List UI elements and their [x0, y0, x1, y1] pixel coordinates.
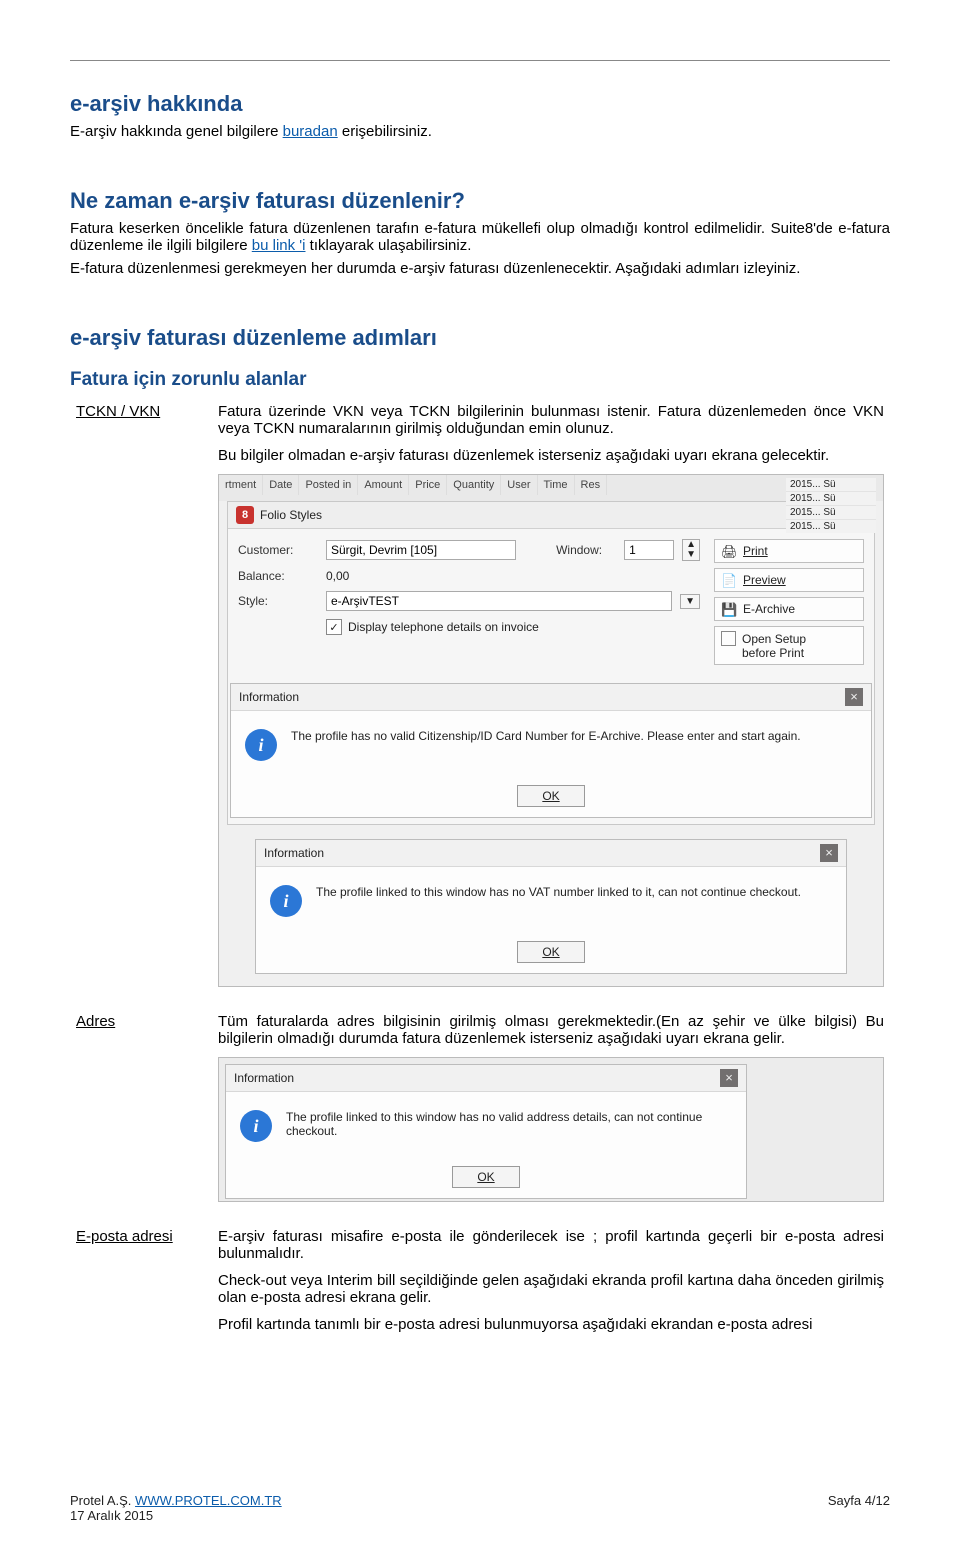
style-field[interactable] — [326, 591, 672, 611]
col: Res — [575, 475, 608, 495]
table-row: E-posta adresi E-arşiv faturası misafire… — [70, 1222, 890, 1349]
footer-company: Protel A.Ş. — [70, 1493, 135, 1508]
ok-button[interactable]: OK — [517, 941, 584, 963]
close-icon[interactable]: × — [720, 1069, 738, 1087]
preview-button[interactable]: Preview — [714, 568, 864, 592]
grid-right-snippet: 2015... Sü 2015... Sü 2015... Sü 2015...… — [786, 478, 876, 533]
col: User — [501, 475, 537, 495]
row-body: Tüm faturalarda adres bilgisinin girilmi… — [212, 1007, 890, 1222]
grid-columns: rtment Date Posted in Amount Price Quant… — [219, 475, 883, 495]
footer-page: Sayfa 4/12 — [828, 1493, 890, 1523]
cell: 2015... Sü — [786, 478, 876, 492]
chevron-down-icon[interactable]: ▼ — [680, 594, 700, 609]
dialog-titlebar: 8 Folio Styles × — [228, 502, 874, 529]
folio-form: Customer: Window: ▲▼ Balance: 0,00 — [238, 539, 700, 665]
heading-required: Fatura için zorunlu alanlar — [70, 369, 890, 391]
info-icon: i — [245, 729, 277, 761]
col: Amount — [358, 475, 409, 495]
info-dialog-vat: Information × i The profile linked to th… — [255, 839, 847, 974]
top-rule — [70, 60, 890, 61]
label-window: Window: — [556, 543, 616, 557]
close-icon[interactable]: × — [820, 844, 838, 862]
text: Tüm faturalarda adres bilgisinin girilmi… — [218, 1013, 884, 1047]
cell: 2015... Sü — [786, 520, 876, 533]
col: Posted in — [299, 475, 358, 495]
cell: 2015... Sü — [786, 506, 876, 520]
window-field[interactable] — [624, 540, 674, 560]
dialog-title: Folio Styles — [260, 508, 322, 522]
dialog-title: Information — [234, 1071, 294, 1085]
text: Bu bilgiler olmadan e-arşiv faturası düz… — [218, 447, 884, 464]
para-when-1: Fatura keserken öncelikle fatura düzenle… — [70, 220, 890, 254]
link-buradan[interactable]: buradan — [283, 123, 338, 140]
heading-when: Ne zaman e-arşiv faturası düzenlenir? — [70, 188, 890, 214]
text: Check-out veya Interim bill seçildiğinde… — [218, 1272, 884, 1306]
info-dialog-idcard: Information × i The profile has no valid… — [230, 683, 872, 818]
ok-button[interactable]: OK — [452, 1166, 519, 1188]
link-bulink[interactable]: bu link 'i — [252, 237, 306, 254]
para-about: E-arşiv hakkında genel bilgilere buradan… — [70, 123, 890, 140]
text: E-arşiv faturası misafire e-posta ile gö… — [218, 1228, 884, 1262]
document-page: e-arşiv hakkında E-arşiv hakkında genel … — [0, 0, 960, 1547]
checkbox-label: Display telephone details on invoice — [348, 620, 539, 634]
row-label: Adres — [70, 1007, 212, 1222]
open-setup-button[interactable]: Open Setup before Print — [714, 626, 864, 665]
fields-table: TCKN / VKN Fatura üzerinde VKN veya TCKN… — [70, 397, 890, 1349]
row-label: TCKN / VKN — [70, 397, 212, 1007]
checkbox-icon — [721, 631, 736, 646]
print-button[interactable]: Print — [714, 539, 864, 563]
info-message: The profile linked to this window has no… — [286, 1110, 732, 1138]
heading-about: e-arşiv hakkında — [70, 91, 890, 117]
col: Date — [263, 475, 299, 495]
text: Profil kartında tanımlı bir e-posta adre… — [218, 1316, 884, 1333]
row-body: Fatura üzerinde VKN veya TCKN bilgilerin… — [212, 397, 890, 1007]
earchive-button[interactable]: E-Archive — [714, 597, 864, 621]
grid-header: rtment Date Posted in Amount Price Quant… — [219, 475, 883, 501]
document-icon — [721, 573, 737, 587]
row-body: E-arşiv faturası misafire e-posta ile gö… — [212, 1222, 890, 1349]
screenshot-address-info: Information × i The profile linked to th… — [218, 1057, 884, 1202]
label-customer: Customer: — [238, 543, 318, 557]
table-row: Adres Tüm faturalarda adres bilgisinin g… — [70, 1007, 890, 1222]
cell: 2015... Sü — [786, 492, 876, 506]
print-icon — [721, 544, 737, 558]
col: Price — [409, 475, 447, 495]
heading-steps: e-arşiv faturası düzenleme adımları — [70, 325, 890, 351]
info-dialog-address: Information × i The profile linked to th… — [225, 1064, 747, 1199]
info-icon: i — [240, 1110, 272, 1142]
text: tıklayarak ulaşabilirsiniz. — [306, 237, 472, 254]
label-balance: Balance: — [238, 569, 318, 583]
customer-field[interactable] — [326, 540, 516, 560]
disk-icon — [721, 602, 737, 616]
para-when-2: E-fatura düzenlenmesi gerekmeyen her dur… — [70, 260, 890, 277]
close-icon[interactable]: × — [845, 688, 863, 706]
footer-date: 17 Aralık 2015 — [70, 1508, 153, 1523]
ok-button[interactable]: OK — [517, 785, 584, 807]
col: Quantity — [447, 475, 501, 495]
screenshot-folio: rtment Date Posted in Amount Price Quant… — [218, 474, 884, 987]
label-style: Style: — [238, 594, 318, 608]
balance-value: 0,00 — [326, 569, 349, 583]
col: rtment — [219, 475, 263, 495]
text: erişebilirsiniz. — [338, 123, 432, 140]
folio-buttons: Print Preview E-Archive Open Setup befor… — [714, 539, 864, 665]
text: Fatura üzerinde VKN veya TCKN bilgilerin… — [218, 403, 884, 437]
window-badge: 8 — [236, 506, 254, 524]
row-label: E-posta adresi — [70, 1222, 212, 1349]
info-message: The profile has no valid Citizenship/ID … — [291, 729, 857, 743]
dialog-title: Information — [264, 846, 324, 860]
stepper-icon[interactable]: ▲▼ — [682, 539, 700, 561]
footer-link[interactable]: WWW.PROTEL.COM.TR — [135, 1493, 282, 1508]
dialog-title: Information — [239, 690, 299, 704]
info-icon: i — [270, 885, 302, 917]
info-message: The profile linked to this window has no… — [316, 885, 832, 899]
table-row: TCKN / VKN Fatura üzerinde VKN veya TCKN… — [70, 397, 890, 1007]
col: Time — [538, 475, 575, 495]
footer-left: Protel A.Ş. WWW.PROTEL.COM.TR 17 Aralık … — [70, 1493, 282, 1523]
text: Fatura keserken öncelikle fatura düzenle… — [70, 220, 890, 254]
page-footer: Protel A.Ş. WWW.PROTEL.COM.TR 17 Aralık … — [70, 1493, 890, 1523]
display-phone-checkbox[interactable]: ✓ — [326, 619, 342, 635]
folio-styles-dialog: 8 Folio Styles × 2015... Sü 2015... Sü 2… — [227, 501, 875, 825]
text: E-arşiv hakkında genel bilgilere — [70, 123, 283, 140]
